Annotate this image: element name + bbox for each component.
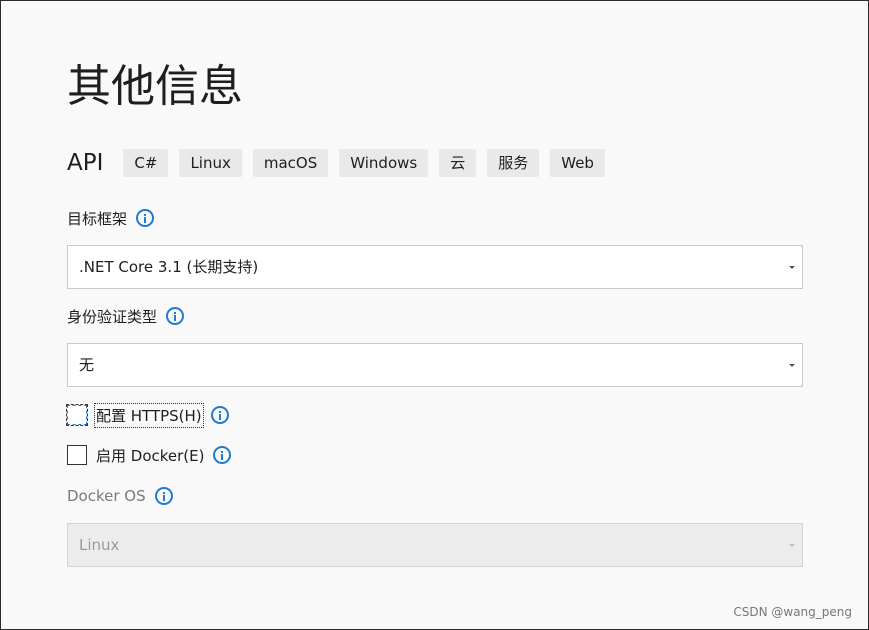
target-framework-select[interactable]: .NET Core 3.1 (长期支持): [67, 245, 803, 289]
target-framework-value: .NET Core 3.1 (长期支持): [79, 258, 259, 276]
chevron-down-icon: [789, 266, 795, 269]
dialog-frame: 其他信息 API C# Linux macOS Windows 云 服务 Web…: [0, 0, 869, 630]
tag-macos: macOS: [252, 149, 329, 177]
info-icon[interactable]: [213, 446, 232, 464]
info-icon[interactable]: [166, 307, 185, 325]
target-framework-label: 目标框架: [67, 209, 128, 228]
chevron-down-icon: [789, 364, 795, 367]
tag-cloud: 云: [439, 149, 477, 177]
auth-type-select[interactable]: 无: [67, 343, 803, 387]
info-icon[interactable]: [136, 209, 155, 227]
docker-os-label-row: Docker OS: [67, 484, 173, 508]
tag-web: Web: [550, 149, 605, 177]
tag-service: 服务: [487, 149, 540, 177]
docker-os-value: Linux: [79, 536, 120, 554]
docker-os-select: Linux: [67, 523, 803, 567]
https-checkbox-label[interactable]: 配置 HTTPS(H): [94, 402, 204, 428]
chevron-down-icon: [789, 544, 795, 547]
https-checkbox[interactable]: [66, 404, 88, 426]
docker-checkbox-label[interactable]: 启用 Docker(E): [96, 445, 204, 466]
auth-type-label: 身份验证类型: [67, 307, 158, 326]
https-option-row[interactable]: 配置 HTTPS(H): [66, 402, 229, 428]
tag-windows: Windows: [339, 149, 429, 177]
info-icon[interactable]: [154, 487, 173, 505]
project-info-row: API C# Linux macOS Windows 云 服务 Web: [67, 148, 616, 178]
docker-option-row[interactable]: 启用 Docker(E): [67, 443, 232, 467]
tag-csharp: C#: [123, 149, 169, 177]
watermark: CSDN @wang_peng: [733, 605, 852, 619]
tag-linux: Linux: [179, 149, 242, 177]
auth-type-label-row: 身份验证类型: [67, 304, 185, 328]
page-title: 其他信息: [67, 61, 243, 112]
auth-type-value: 无: [79, 356, 95, 374]
docker-os-label: Docker OS: [67, 487, 146, 505]
info-icon[interactable]: [210, 406, 229, 424]
docker-checkbox[interactable]: [67, 445, 87, 465]
project-template-name: API: [67, 150, 104, 176]
target-framework-label-row: 目标框架: [67, 206, 155, 230]
